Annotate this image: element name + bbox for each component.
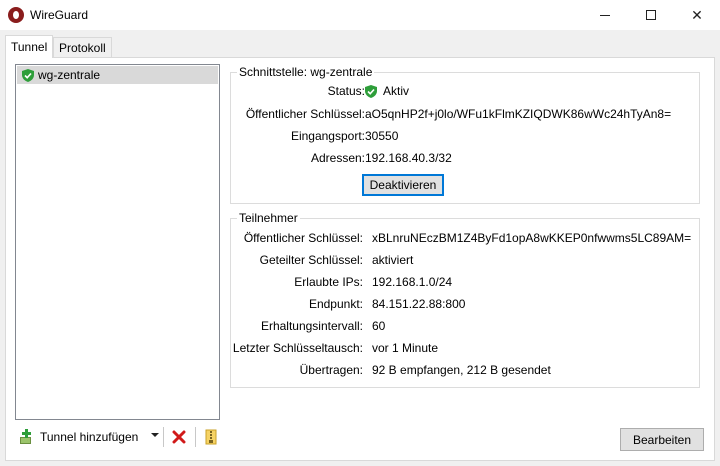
endpoint-row: Endpunkt: 84.151.22.88:800: [231, 297, 699, 317]
status-row: Status: Aktiv: [231, 84, 699, 104]
port-row: Eingangsport: 30550: [231, 129, 699, 149]
tab-protokoll[interactable]: Protokoll: [53, 37, 112, 58]
psk-label: Geteilter Schlüssel:: [259, 253, 363, 267]
allowed-ips-row: Erlaubte IPs: 192.168.1.0/24: [231, 275, 699, 295]
handshake-label: Letzter Schlüsseltausch:: [232, 341, 363, 355]
close-button[interactable]: ✕: [674, 0, 720, 30]
endpoint-value[interactable]: 84.151.22.88:800: [372, 297, 465, 311]
add-tunnel-button[interactable]: Tunnel hinzufügen: [19, 426, 138, 448]
tunnel-list[interactable]: wg-zentrale: [15, 64, 220, 420]
status-text: Aktiv: [383, 84, 410, 98]
toolbar-divider: [163, 427, 164, 447]
psk-row: Geteilter Schlüssel: aktiviert: [231, 253, 699, 273]
red-x-icon: [172, 430, 186, 444]
peer-pubkey-row: Öffentlicher Schlüssel: xBLnruNEczBM1Z4B…: [231, 231, 699, 251]
deactivate-button[interactable]: Deaktivieren: [362, 174, 444, 196]
minimize-button[interactable]: [582, 0, 628, 30]
maximize-icon: [646, 10, 656, 20]
tab-tunnel[interactable]: Tunnel: [5, 35, 54, 58]
handshake-value[interactable]: vor 1 Minute: [372, 341, 438, 355]
port-label: Eingangsport:: [290, 129, 365, 143]
peer-pubkey-value[interactable]: xBLnruNEczBM1Z4ByFd1opA8wKKEP0nfwwms5LC8…: [372, 231, 691, 245]
tunnel-page: wg-zentrale Tunnel hinzufügen Schnittste…: [5, 57, 715, 461]
plus-icon: [20, 429, 31, 444]
add-tunnel-label: Tunnel hinzufügen: [40, 430, 139, 444]
export-tunnels-button[interactable]: [201, 427, 221, 447]
interface-heading: Schnittstelle: wg-zentrale: [237, 65, 375, 79]
tunnel-name: wg-zentrale: [38, 68, 101, 82]
interface-group: Schnittstelle: wg-zentrale Status: Aktiv…: [230, 65, 700, 204]
close-icon: ✕: [691, 6, 703, 23]
transfer-row: Übertragen: 92 B empfangen, 212 B gesend…: [231, 363, 699, 383]
addresses-row: Adressen: 192.168.40.3/32: [231, 151, 699, 171]
peer-heading: Teilnehmer: [237, 211, 300, 225]
shield-check-icon: [22, 68, 34, 82]
client-area: Tunnel Protokoll wg-zentrale Tunnel hinz…: [0, 30, 720, 466]
list-item-tunnel[interactable]: wg-zentrale: [17, 66, 218, 84]
psk-value[interactable]: aktiviert: [372, 253, 413, 267]
transfer-label: Übertragen:: [299, 363, 363, 377]
keepalive-label: Erhaltungsintervall:: [260, 319, 363, 333]
handshake-row: Letzter Schlüsseltausch: vor 1 Minute: [231, 341, 699, 361]
keepalive-row: Erhaltungsintervall: 60: [231, 319, 699, 339]
minimize-icon: [600, 14, 610, 16]
shield-check-icon: [365, 84, 377, 98]
maximize-button[interactable]: [628, 0, 674, 30]
pubkey-row: Öffentlicher Schlüssel: aO5qnHP2f+j0lo/W…: [231, 107, 699, 127]
transfer-value[interactable]: 92 B empfangen, 212 B gesendet: [372, 363, 551, 377]
status-label: Status:: [327, 84, 365, 98]
tunnel-toolbar: Tunnel hinzufügen: [15, 424, 225, 450]
allowed-ips-label: Erlaubte IPs:: [294, 275, 363, 289]
edit-button[interactable]: Bearbeiten: [620, 428, 704, 451]
wireguard-logo-icon: [8, 7, 24, 23]
endpoint-label: Endpunkt:: [308, 297, 363, 311]
window-title: WireGuard: [30, 8, 89, 22]
pubkey-label: Öffentlicher Schlüssel:: [245, 107, 365, 121]
zip-icon: [205, 429, 217, 445]
addresses-label: Adressen:: [310, 151, 365, 165]
chevron-down-icon[interactable]: [151, 433, 159, 437]
keepalive-value[interactable]: 60: [372, 319, 385, 333]
addresses-value[interactable]: 192.168.40.3/32: [365, 151, 452, 165]
peer-group: Teilnehmer Öffentlicher Schlüssel: xBLnr…: [230, 211, 700, 388]
port-value[interactable]: 30550: [365, 129, 398, 143]
toolbar-divider: [195, 427, 196, 447]
peer-pubkey-label: Öffentlicher Schlüssel:: [243, 231, 363, 245]
pubkey-value[interactable]: aO5qnHP2f+j0lo/WFu1kFlmKZIQDWK86wWc24hTy…: [365, 107, 671, 121]
delete-tunnel-button[interactable]: [169, 427, 189, 447]
status-value: Aktiv: [365, 84, 409, 98]
title-bar: WireGuard ✕: [0, 0, 720, 30]
allowed-ips-value[interactable]: 192.168.1.0/24: [372, 275, 452, 289]
